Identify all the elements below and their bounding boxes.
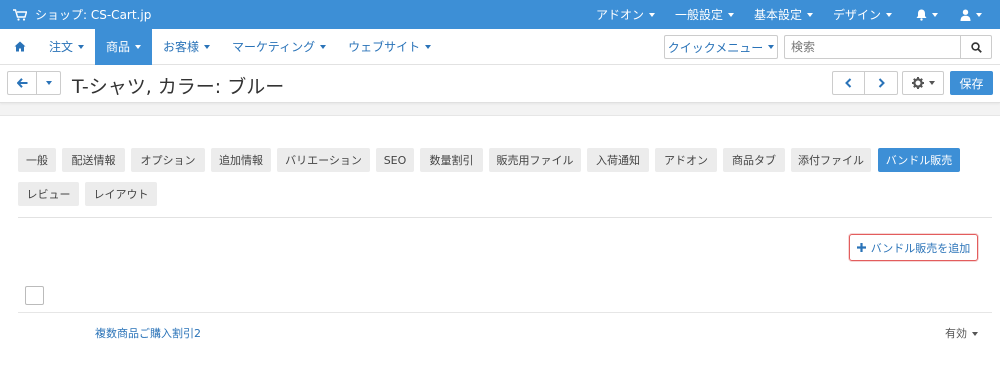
gear-icon [911, 77, 924, 89]
caret-down-icon [320, 44, 327, 49]
tab-files[interactable]: 販売用ファイル [489, 148, 581, 172]
caret-down-icon [886, 12, 892, 17]
store-label: ショップ: CS-Cart.jp [35, 8, 152, 22]
top-bar: ショップ: CS-Cart.jp アドオン 一般設定 基本設定 デザイン [0, 0, 1000, 29]
settings-dropdown-button[interactable] [902, 71, 944, 95]
caret-down-icon [204, 44, 211, 49]
list-divider [18, 312, 992, 313]
search-icon [970, 41, 982, 53]
notifications-menu[interactable] [902, 0, 952, 29]
home-button[interactable] [0, 29, 38, 65]
page-title: T-シャツ, カラー: ブルー [72, 76, 285, 98]
nav-products[interactable]: 商品 [95, 28, 153, 65]
caret-down-icon [806, 12, 813, 17]
save-button[interactable]: 保存 [950, 71, 993, 95]
caret-down-icon [135, 44, 142, 49]
menu-basic-settings[interactable]: 基本設定 [744, 0, 823, 29]
caret-down-icon [972, 332, 978, 336]
cart-icon [13, 8, 27, 21]
tab-layout[interactable]: レイアウト [85, 182, 157, 206]
home-icon [14, 41, 26, 52]
tab-seo[interactable]: SEO [376, 148, 414, 172]
back-button-group [7, 71, 61, 95]
tab-options[interactable]: オプション [131, 148, 205, 172]
select-all-checkbox[interactable] [25, 286, 44, 305]
user-menu[interactable] [952, 0, 1000, 29]
store-selector[interactable]: ショップ: CS-Cart.jp [0, 6, 151, 23]
caret-down-icon [976, 12, 982, 17]
tab-stock-notifications[interactable]: 入荷通知 [587, 148, 649, 172]
main-nav: 注文 商品 お客様 マーケティング ウェブサイト クイックメニュー [0, 28, 1000, 65]
menu-design[interactable]: デザイン [823, 0, 902, 29]
nav-website[interactable]: ウェブサイト [337, 29, 442, 65]
content-panel: 一般 配送情報 オプション 追加情報 バリエーション SEO 数量割引 販売用フ… [0, 115, 1000, 375]
tab-shipping[interactable]: 配送情報 [62, 148, 125, 172]
tabs-divider [18, 217, 992, 218]
bell-icon [916, 9, 927, 21]
caret-down-icon [425, 44, 432, 49]
arrow-left-icon [16, 78, 28, 88]
caret-down-icon [648, 12, 655, 17]
caret-down-icon [768, 45, 775, 49]
back-dropdown-button[interactable] [37, 72, 60, 94]
back-button[interactable] [8, 72, 38, 94]
plus-icon [856, 243, 866, 252]
chevron-left-icon [845, 78, 852, 88]
user-icon [960, 9, 971, 21]
nav-customers[interactable]: お客様 [152, 29, 221, 65]
title-bar: T-シャツ, カラー: ブルー 保存 [0, 65, 1000, 103]
menu-general-settings[interactable]: 一般設定 [665, 0, 744, 29]
caret-down-icon [727, 12, 734, 17]
prev-product-button[interactable] [833, 72, 865, 94]
search-input[interactable] [784, 35, 960, 59]
bundle-name-link[interactable]: 複数商品ご購入割引2 [95, 325, 201, 341]
add-bundle-button[interactable]: バンドル販売を追加 [849, 234, 978, 261]
status-dropdown[interactable]: 有効 [945, 325, 978, 341]
search-button[interactable] [960, 35, 992, 59]
tab-product-tabs[interactable]: 商品タブ [723, 148, 785, 172]
nav-marketing[interactable]: マーケティング [221, 29, 337, 65]
tab-reviews[interactable]: レビュー [18, 182, 79, 206]
tab-attachments[interactable]: 添付ファイル [791, 148, 871, 172]
caret-down-icon [45, 81, 52, 85]
nav-orders[interactable]: 注文 [38, 29, 95, 65]
tab-bundles[interactable]: バンドル販売 [878, 148, 960, 172]
quick-menu-button[interactable]: クイックメニュー [664, 35, 778, 59]
caret-down-icon [932, 12, 938, 17]
tab-addons[interactable]: アドオン [655, 148, 717, 172]
pager [832, 71, 898, 95]
tab-variations[interactable]: バリエーション [277, 148, 370, 172]
caret-down-icon [78, 44, 85, 49]
tab-general[interactable]: 一般 [18, 148, 56, 172]
tab-additional[interactable]: 追加情報 [211, 148, 271, 172]
chevron-right-icon [878, 78, 885, 88]
menu-addons[interactable]: アドオン [586, 0, 665, 29]
tab-quantity-discounts[interactable]: 数量割引 [420, 148, 483, 172]
next-product-button[interactable] [865, 72, 897, 94]
caret-down-icon [928, 81, 935, 85]
